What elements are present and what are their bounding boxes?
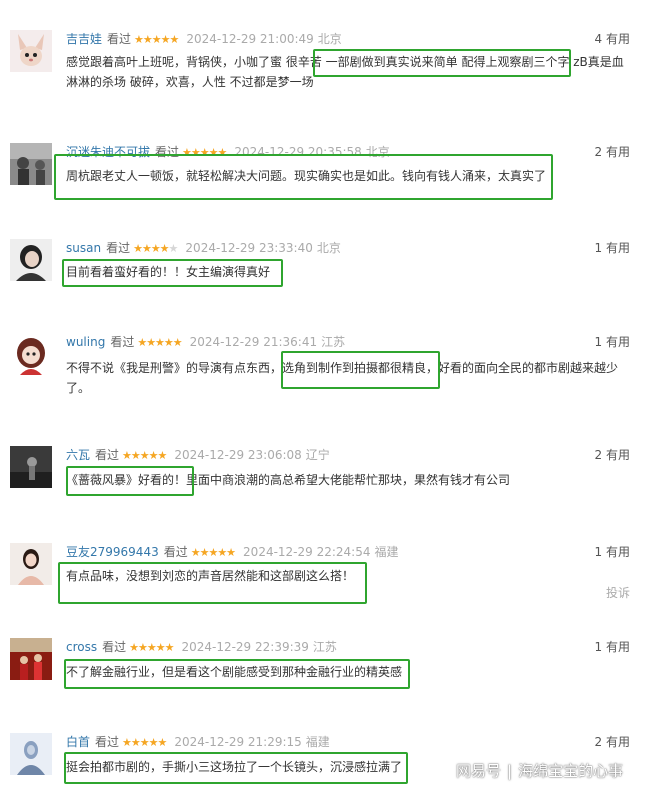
comment-location: 江苏 [312, 640, 337, 654]
report-link[interactable]: 投诉 [606, 584, 630, 601]
username[interactable]: cross [66, 640, 97, 654]
watch-status: 看过 [102, 640, 127, 654]
comment-meta: 六瓦 看过 ★★★★★ 2024-12-29 23:06:08 辽宁 [66, 446, 330, 464]
comment-text: 周杭跟老丈人一顿饭，就轻松解决大问题。现实确实也是如此。钱向有钱人涌来，太真实了 [66, 169, 547, 183]
comment-location: 辽宁 [305, 448, 330, 462]
username[interactable]: 六瓦 [66, 448, 90, 462]
watermark-author: 海绵宝宝的心事 [518, 762, 624, 780]
watch-status: 看过 [106, 241, 131, 255]
rating-stars: ★★★★★ [182, 146, 227, 159]
comment-time: 2024-12-29 23:06:08 [174, 448, 302, 462]
avatar[interactable] [10, 143, 52, 185]
rating-stars: ★★★★★ [134, 33, 179, 46]
username[interactable]: 吉吉娃 [66, 32, 102, 46]
comment-text: 感觉跟着高叶上班呢，背锅侠，小咖了蜜 很辛苦 一部剧做到真实说来简单 配得上观察… [66, 55, 624, 89]
useful-count[interactable]: 1 有用 [595, 333, 630, 351]
comment-location: 福建 [305, 735, 330, 749]
comment-location: 江苏 [321, 335, 346, 349]
comment-text: 《蔷薇风暴》好看的！里面中商浪潮的高总希望大佬能帮忙那块，果然有钱才有公司 [66, 473, 511, 487]
avatar[interactable] [10, 239, 52, 281]
useful-count[interactable]: 1 有用 [595, 543, 630, 561]
comment-text: 有点品味，没想到刘恋的声音居然能和这部剧这么搭！ [66, 569, 355, 583]
comment-meta: wuling 看过 ★★★★★ 2024-12-29 21:36:41 江苏 [66, 333, 345, 351]
watch-status: 看过 [95, 735, 120, 749]
comment-meta: 豆友279969443 看过 ★★★★★ 2024-12-29 22:24:54 福建 [66, 543, 399, 561]
comment-time: 2024-12-29 20:35:58 [234, 145, 362, 159]
rating-stars: ★★★★★ [129, 641, 174, 654]
username[interactable]: wuling [66, 335, 105, 349]
avatar[interactable] [10, 638, 52, 680]
comment-text: 目前看着蛮好看的！！女主编演得真好 [66, 265, 271, 279]
comment-meta: susan 看过 ★★★★★ 2024-12-29 23:33:40 北京 [66, 239, 341, 257]
avatar[interactable] [10, 446, 52, 488]
watch-status: 看过 [155, 145, 180, 159]
rating-stars: ★★★★★ [137, 336, 182, 349]
username[interactable]: 沉迷朱迪不可拔 [66, 145, 150, 159]
comment-meta: 沉迷朱迪不可拔 看过 ★★★★★ 2024-12-29 20:35:58 北京 [66, 143, 390, 161]
watch-status: 看过 [163, 545, 188, 559]
comment-location: 北京 [316, 241, 341, 255]
comment-time: 2024-12-29 22:24:54 [243, 545, 371, 559]
useful-count[interactable]: 1 有用 [595, 638, 630, 656]
watermark-brand: 网易号 [456, 762, 502, 780]
username[interactable]: susan [66, 241, 101, 255]
comment-location: 福建 [374, 545, 399, 559]
avatar[interactable] [10, 30, 52, 72]
comment-time: 2024-12-29 21:36:41 [189, 335, 318, 349]
comment-meta: cross 看过 ★★★★★ 2024-12-29 22:39:39 江苏 [66, 638, 337, 656]
useful-count[interactable]: 2 有用 [595, 733, 630, 751]
avatar[interactable] [10, 543, 52, 585]
watermark-divider: | [507, 762, 513, 780]
username[interactable]: 白首 [66, 735, 90, 749]
comment-time: 2024-12-29 21:00:49 [186, 32, 314, 46]
comment-time: 2024-12-29 22:39:39 [181, 640, 309, 654]
username[interactable]: 豆友279969443 [66, 545, 159, 559]
watch-status: 看过 [107, 32, 132, 46]
comment-location: 北京 [365, 145, 390, 159]
useful-count[interactable]: 2 有用 [595, 143, 630, 161]
rating-stars: ★★★★★ [122, 449, 167, 462]
comment-meta: 白首 看过 ★★★★★ 2024-12-29 21:29:15 福建 [66, 733, 330, 751]
rating-stars: ★★★★★ [133, 242, 178, 255]
avatar[interactable] [10, 733, 52, 775]
useful-count[interactable]: 4 有用 [595, 30, 630, 48]
watch-status: 看过 [110, 335, 135, 349]
useful-count[interactable]: 2 有用 [595, 446, 630, 464]
comment-time: 2024-12-29 21:29:15 [174, 735, 302, 749]
rating-stars: ★★★★★ [190, 546, 236, 559]
rating-stars: ★★★★★ [122, 736, 167, 749]
avatar[interactable] [10, 333, 52, 375]
comment-text: 不得不说《我是刑警》的导演有点东西，选角到制作到拍摄都很精良，好看的面向全民的都… [66, 361, 619, 395]
comment-time: 2024-12-29 23:33:40 [185, 241, 313, 255]
watch-status: 看过 [95, 448, 120, 462]
comment-meta: 吉吉娃 看过 ★★★★★ 2024-12-29 21:00:49 北京 [66, 30, 342, 48]
watermark: 网易号 | 海绵宝宝的心事 [456, 760, 623, 781]
comment-location: 北京 [317, 32, 342, 46]
comment-text: 不了解金融行业，但是看这个剧能感受到那种金融行业的精英感 [66, 665, 403, 679]
useful-count[interactable]: 1 有用 [595, 239, 630, 257]
